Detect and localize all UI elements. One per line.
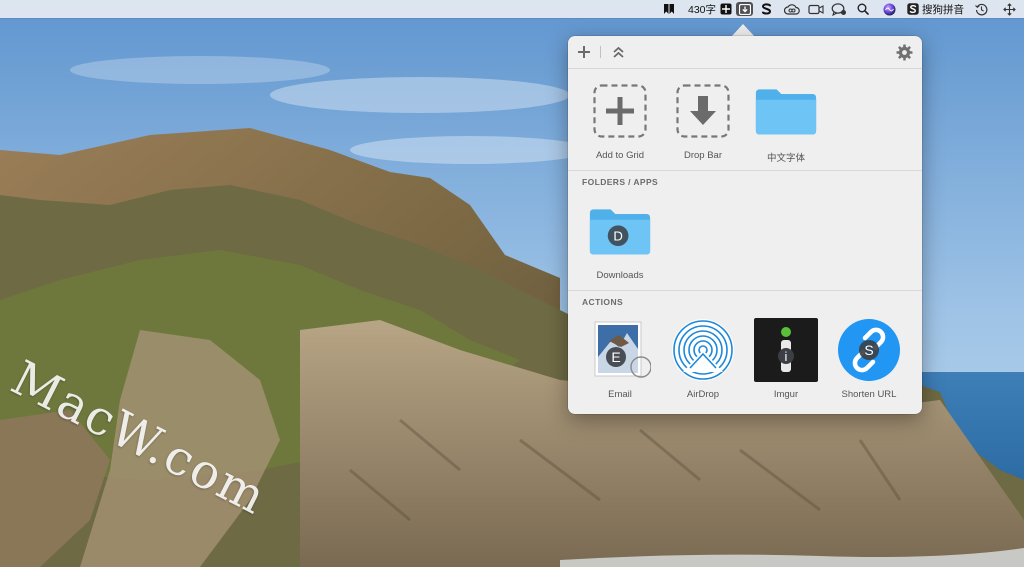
svg-text:S: S [864, 342, 873, 358]
email-label: Email [608, 389, 632, 400]
search-icon[interactable] [856, 0, 870, 18]
siri-icon[interactable] [881, 0, 897, 18]
shorten-url-action-tile[interactable]: S Shorten URL [829, 319, 909, 400]
folders-apps-header: FOLDERS / APPS [582, 177, 659, 187]
s-app-menu-icon[interactable] [759, 0, 773, 18]
imgur-logo-icon: i [754, 318, 818, 382]
svg-text:E: E [611, 349, 620, 365]
airdrop-icon [671, 319, 735, 381]
add-button[interactable] [574, 42, 594, 62]
move-arrows-icon[interactable] [1001, 0, 1017, 18]
drop-bar-icon [671, 80, 735, 142]
airdrop-action-tile[interactable]: AirDrop [663, 319, 743, 400]
chinese-fonts-label: 中文字体 [766, 153, 805, 164]
downloads-folder-icon: D [588, 200, 652, 262]
settings-gear-icon[interactable] [894, 42, 914, 62]
time-machine-icon[interactable] [973, 0, 989, 18]
collapse-chevron-icon[interactable] [608, 42, 628, 62]
grid-menu-icon[interactable] [719, 0, 733, 18]
svg-text:i: i [785, 349, 788, 364]
input-method-menu[interactable]: 搜狗拼音 [922, 0, 964, 18]
popover-toolbar [568, 36, 922, 69]
add-to-grid-icon [588, 80, 652, 142]
word-count-menu[interactable]: 430字 [686, 0, 718, 18]
sogou-logo-icon[interactable] [906, 0, 920, 18]
link-chain-icon: S [837, 319, 901, 381]
chat-bubble-icon[interactable] [830, 0, 848, 18]
drop-bar-label: Drop Bar [683, 150, 722, 161]
add-to-grid-label: Add to Grid [595, 150, 645, 161]
dropzone-menu-icon[interactable] [736, 2, 753, 16]
menu-bar: 430字 搜狗拼音 [0, 0, 1024, 18]
dropzone-popover: Add to Grid Drop Bar 中文字体 FOLDERS / APPS… [568, 36, 922, 414]
email-action-tile[interactable]: E Email [580, 319, 660, 400]
chinese-fonts-folder-tile[interactable]: 中文字体 [746, 80, 826, 164]
section-divider [568, 170, 922, 171]
toolbar-separator [600, 46, 601, 58]
section-divider [568, 290, 922, 291]
add-to-grid-tile[interactable]: Add to Grid [580, 80, 660, 161]
folder-icon [754, 80, 818, 142]
bookmark-menu-icon[interactable] [662, 0, 676, 18]
creative-cloud-icon[interactable] [783, 0, 801, 18]
video-camera-icon[interactable] [807, 0, 825, 18]
drop-bar-tile[interactable]: Drop Bar [663, 80, 743, 161]
downloads-folder-tile[interactable]: D Downloads [580, 200, 660, 281]
actions-header: ACTIONS [582, 297, 624, 307]
imgur-label: Imgur [773, 389, 799, 400]
airdrop-label: AirDrop [686, 389, 720, 400]
svg-text:D: D [613, 228, 623, 243]
mail-stamp-icon: E [588, 319, 652, 381]
downloads-label: Downloads [596, 270, 644, 281]
shorten-url-label: Shorten URL [841, 389, 897, 400]
imgur-action-tile[interactable]: i Imgur [746, 318, 826, 400]
